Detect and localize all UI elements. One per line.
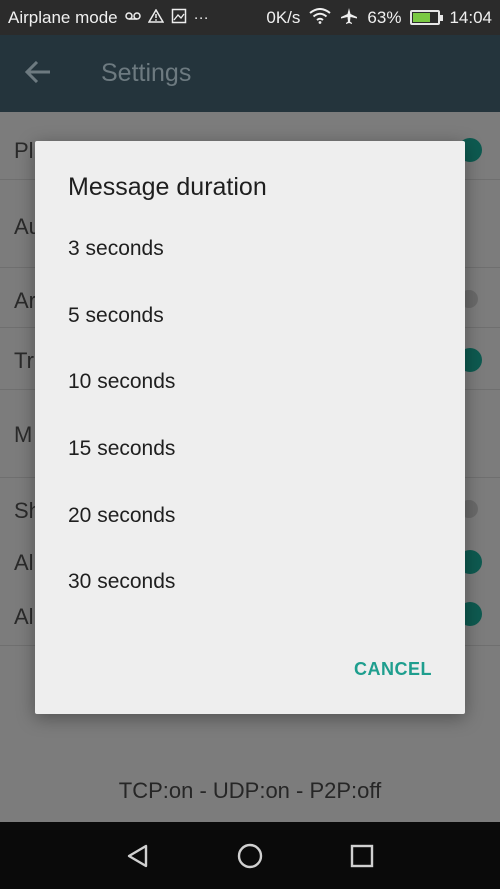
image-icon xyxy=(171,8,187,27)
dialog-title: Message duration xyxy=(68,173,267,201)
connection-status-text: TCP:on - UDP:on - P2P:off xyxy=(118,778,382,803)
status-bar: Airplane mode ··· 0K/s 63% 14:04 xyxy=(0,0,500,35)
battery-icon xyxy=(410,10,444,25)
settings-row-label: M xyxy=(14,422,33,447)
option-5-seconds[interactable]: 5 seconds xyxy=(68,304,164,328)
wifi-icon xyxy=(309,8,332,27)
battery-level-fill xyxy=(413,13,430,22)
settings-row-label: Al xyxy=(14,604,34,629)
back-arrow-icon[interactable] xyxy=(0,57,76,91)
home-circle-icon[interactable] xyxy=(230,836,270,876)
option-30-seconds[interactable]: 30 seconds xyxy=(68,570,175,594)
page-title: Settings xyxy=(101,59,192,87)
network-speed: 0K/s xyxy=(266,7,301,27)
message-duration-dialog: Message duration 3 seconds 5 seconds 10 … xyxy=(35,141,465,714)
settings-row-label: Tr xyxy=(14,348,34,373)
option-20-seconds[interactable]: 20 seconds xyxy=(68,504,175,528)
more-icon: ··· xyxy=(193,9,209,26)
voicemail-icon xyxy=(124,10,141,25)
settings-row-label: Pl xyxy=(14,138,34,163)
app-bar: Settings xyxy=(0,35,500,112)
clock: 14:04 xyxy=(449,7,492,27)
warning-icon xyxy=(147,8,164,26)
option-10-seconds[interactable]: 10 seconds xyxy=(68,370,175,394)
recents-square-icon[interactable] xyxy=(342,836,382,876)
cancel-button[interactable]: CANCEL xyxy=(354,659,432,680)
option-15-seconds[interactable]: 15 seconds xyxy=(68,437,175,461)
settings-row-label: Al xyxy=(14,550,34,575)
navigation-bar xyxy=(0,822,500,889)
battery-percent: 63% xyxy=(367,7,402,27)
settings-row-label: Ar xyxy=(14,288,36,313)
airplane-mode-label: Airplane mode xyxy=(8,7,118,27)
airplane-icon xyxy=(340,7,358,28)
option-3-seconds[interactable]: 3 seconds xyxy=(68,237,164,261)
back-triangle-icon[interactable] xyxy=(118,836,158,876)
